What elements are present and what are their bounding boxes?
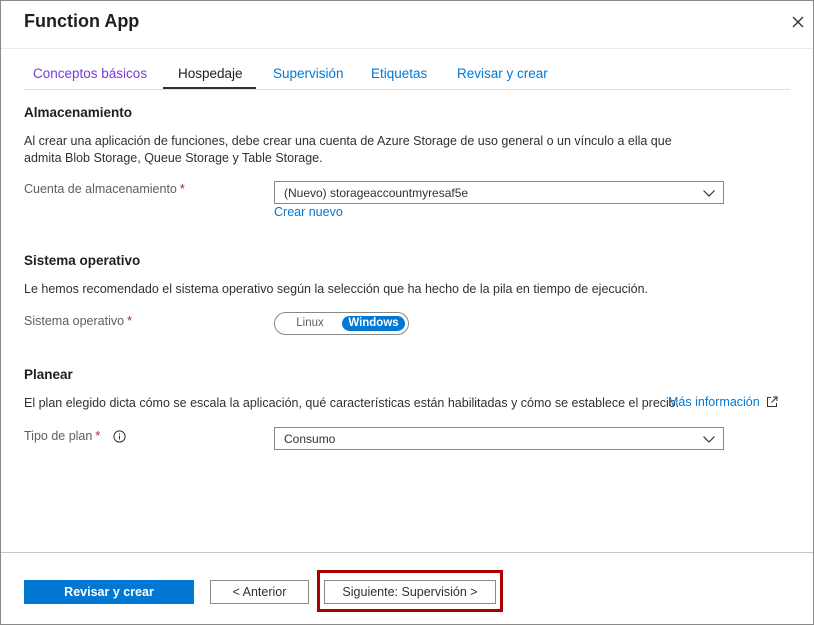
tab-supervision[interactable]: Supervisión <box>273 66 344 81</box>
os-option-linux[interactable]: Linux <box>285 316 335 331</box>
tab-revisar-y-crear[interactable]: Revisar y crear <box>457 66 548 81</box>
os-toggle[interactable]: Linux Windows <box>274 312 409 335</box>
required-marker: * <box>127 314 132 328</box>
required-marker: * <box>95 429 101 443</box>
dialog-frame <box>0 0 814 625</box>
storage-description-line1: Al crear una aplicación de funciones, de… <box>24 134 672 148</box>
plan-description: El plan elegido dicta cómo se escala la … <box>24 396 680 410</box>
os-description: Le hemos recomendado el sistema operativ… <box>24 282 649 296</box>
storage-account-label-text: Cuenta de almacenamiento <box>24 182 177 196</box>
storage-account-select[interactable]: (Nuevo) storageaccountmyresaf5e <box>274 181 724 204</box>
os-label-text: Sistema operativo <box>24 314 125 328</box>
close-button[interactable] <box>784 8 812 36</box>
create-new-storage-link[interactable]: Crear nuevo <box>274 205 343 219</box>
active-tab-indicator <box>163 87 256 89</box>
storage-section-title: Almacenamiento <box>24 105 133 120</box>
review-create-button[interactable]: Revisar y crear <box>24 580 194 604</box>
required-marker: * <box>179 182 185 196</box>
chevron-down-icon <box>703 190 715 197</box>
plan-section-title: Planear <box>24 367 73 382</box>
more-info-link[interactable]: Más información <box>668 395 760 409</box>
tab-hospedaje[interactable]: Hospedaje <box>178 66 243 81</box>
plan-type-value: Consumo <box>284 432 336 446</box>
info-icon[interactable] <box>113 430 126 443</box>
plan-type-select[interactable]: Consumo <box>274 427 724 450</box>
header-divider <box>1 48 813 49</box>
storage-account-value: (Nuevo) storageaccountmyresaf5e <box>284 186 469 200</box>
footer-divider <box>1 552 813 553</box>
plan-type-label-text: Tipo de plan <box>24 429 93 443</box>
next-supervision-button[interactable]: Siguiente: Supervisión > <box>324 580 496 604</box>
storage-account-label: Cuenta de almacenamiento * <box>24 182 185 196</box>
tab-bar: Conceptos básicos Hospedaje Supervisión … <box>24 58 790 90</box>
os-option-windows[interactable]: Windows <box>342 316 405 331</box>
os-section-title: Sistema operativo <box>24 253 141 268</box>
previous-button[interactable]: < Anterior <box>210 580 309 604</box>
storage-description-line2: admita Blob Storage, Queue Storage y Tab… <box>24 151 323 165</box>
external-link-icon[interactable] <box>766 396 778 408</box>
dialog-title: Function App <box>24 11 140 31</box>
tab-conceptos-basicos[interactable]: Conceptos básicos <box>33 66 147 81</box>
plan-type-label: Tipo de plan * <box>24 429 100 443</box>
close-icon <box>792 16 804 28</box>
chevron-down-icon <box>703 436 715 443</box>
os-label: Sistema operativo * <box>24 314 132 328</box>
tab-etiquetas[interactable]: Etiquetas <box>371 66 427 81</box>
